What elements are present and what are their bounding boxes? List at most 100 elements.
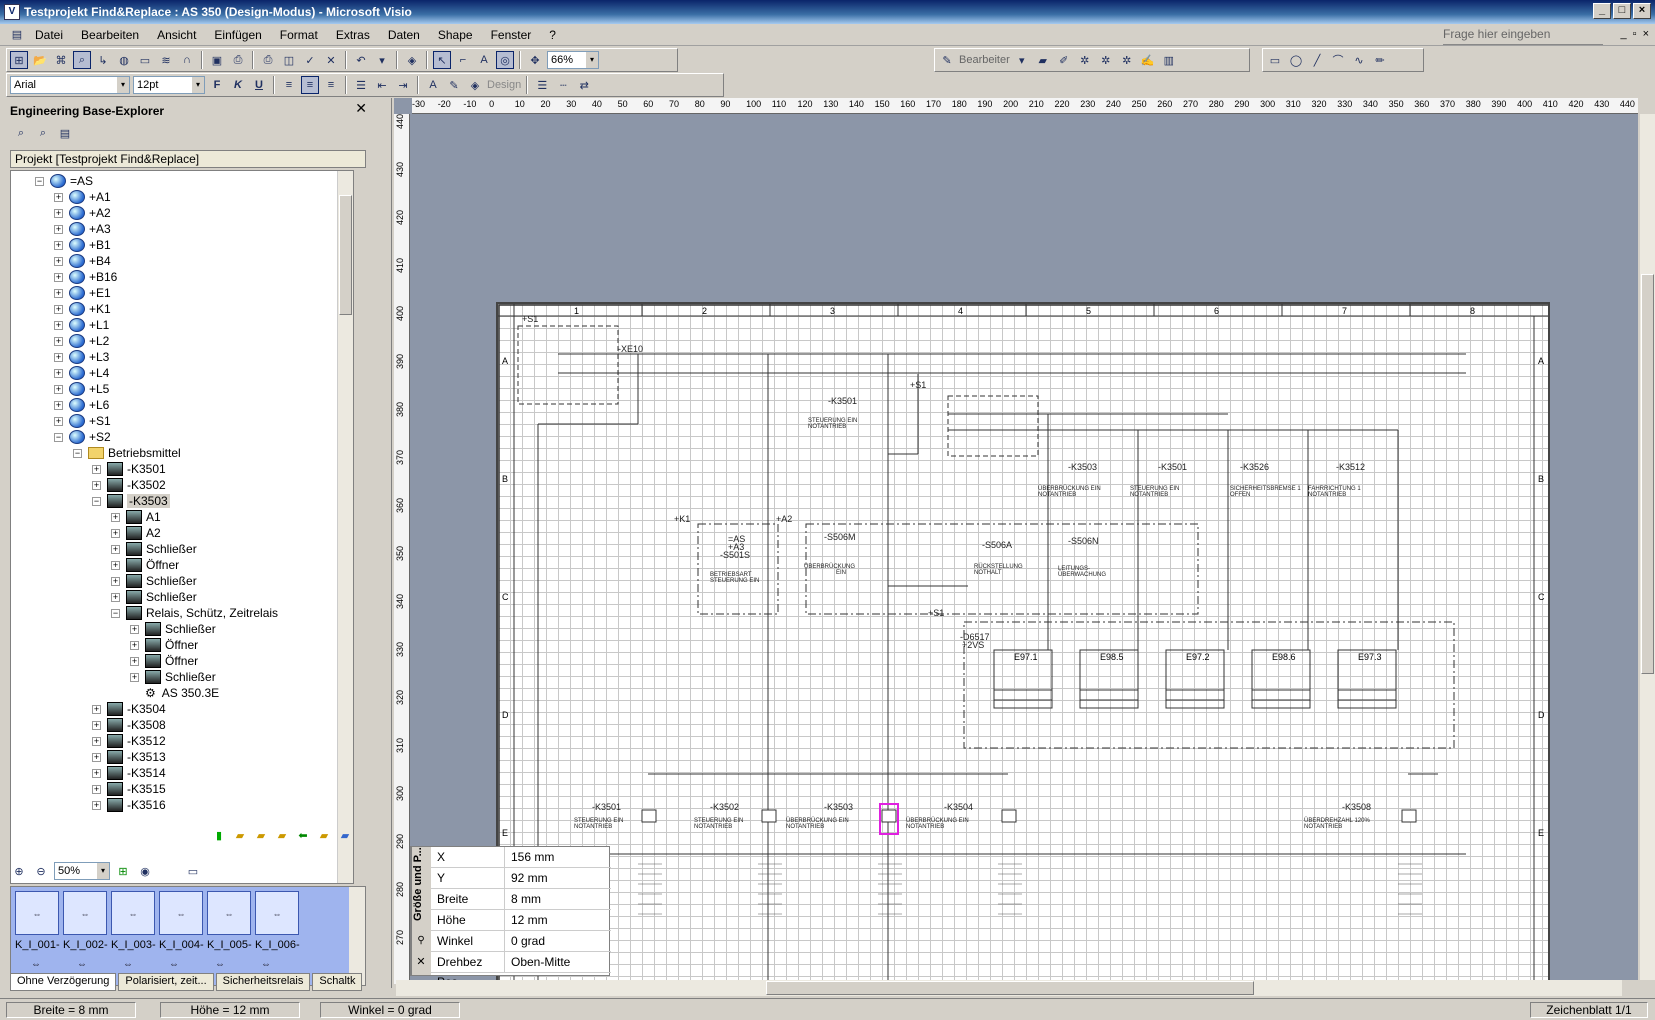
tree-node[interactable]: + +E1 bbox=[54, 285, 111, 301]
stack-icon[interactable]: ≋ bbox=[157, 51, 175, 69]
line-ends-icon[interactable]: ⇄ bbox=[575, 76, 593, 94]
indent-increase-icon[interactable]: ⇥ bbox=[394, 76, 412, 94]
tree-node[interactable]: + +L5 bbox=[54, 381, 109, 397]
sizepos-value[interactable]: 8 mm bbox=[505, 892, 541, 906]
font-size-combo[interactable]: 12pt ▾ bbox=[133, 76, 205, 94]
menu-item[interactable]: Format bbox=[271, 28, 327, 42]
expand-icon[interactable]: + bbox=[92, 752, 101, 762]
document-icon[interactable]: ▤ bbox=[8, 26, 26, 44]
search-icon[interactable]: ⌕ bbox=[12, 124, 30, 142]
relay-coil[interactable] bbox=[641, 809, 657, 823]
expand-icon[interactable]: + bbox=[111, 592, 120, 602]
undo-dropdown-icon[interactable]: ▾ bbox=[373, 51, 391, 69]
grid-icon[interactable]: ⊞ bbox=[114, 862, 132, 880]
fill-color-icon[interactable]: ◈ bbox=[466, 76, 484, 94]
zoom-in-icon[interactable]: ⊕ bbox=[10, 862, 28, 880]
folder-icon[interactable]: ▰ bbox=[1034, 51, 1052, 69]
menu-item[interactable]: Shape bbox=[429, 28, 482, 42]
expand-icon[interactable]: + bbox=[92, 800, 101, 810]
bearbeiter-arrow-icon[interactable]: ▾ bbox=[1013, 51, 1031, 69]
tree-node[interactable]: + +L1 bbox=[54, 317, 109, 333]
mdi-restore-button[interactable]: ▫ bbox=[1633, 28, 1637, 40]
expand-icon[interactable]: + bbox=[92, 736, 101, 746]
tree-node[interactable]: + +L6 bbox=[54, 397, 109, 413]
tree-node[interactable]: + Schließer bbox=[111, 589, 197, 605]
expand-icon[interactable]: + bbox=[111, 528, 120, 538]
collapse-icon[interactable]: − bbox=[92, 496, 101, 506]
bold-icon[interactable]: F bbox=[208, 76, 226, 94]
expand-icon[interactable]: + bbox=[130, 656, 139, 666]
folder-link-icon[interactable]: ▰ bbox=[273, 826, 291, 844]
stencil-settings-icon[interactable]: ◉ bbox=[136, 862, 154, 880]
rectangle-tool-icon[interactable]: ▭ bbox=[1266, 51, 1284, 69]
tree-node[interactable]: + +A2 bbox=[54, 205, 111, 221]
shapes-icon[interactable]: ◈ bbox=[403, 51, 421, 69]
pointer-tool-icon[interactable]: ↖ bbox=[433, 51, 451, 69]
expand-icon[interactable]: + bbox=[54, 272, 63, 282]
tree-node[interactable]: + Schließer bbox=[111, 541, 197, 557]
sizepos-row[interactable]: Drehbez PosOben-Mitte bbox=[431, 952, 611, 989]
page-icon[interactable]: ▭ bbox=[136, 51, 154, 69]
bearbeiter-dropdown[interactable]: Bearbeiter bbox=[959, 54, 1010, 66]
tree-node[interactable]: + -K3501 bbox=[92, 461, 166, 477]
expand-icon[interactable]: + bbox=[54, 352, 63, 362]
preview-icon[interactable]: ◫ bbox=[280, 51, 298, 69]
stencil-arrow-icon[interactable]: ⇔ bbox=[123, 959, 133, 970]
stencil-master[interactable]: ⇔ bbox=[159, 891, 203, 935]
zoom-combo[interactable]: 66% ▾ bbox=[547, 51, 599, 69]
tree-icon[interactable]: ⌘ bbox=[52, 51, 70, 69]
connector-tool-icon[interactable]: ⌐ bbox=[454, 51, 472, 69]
expand-icon[interactable]: + bbox=[54, 336, 63, 346]
stencil-arrow-icon[interactable]: ⇔ bbox=[169, 959, 179, 970]
expand-icon[interactable]: + bbox=[92, 704, 101, 714]
design-button[interactable]: Design bbox=[487, 79, 521, 91]
menu-item[interactable]: Daten bbox=[379, 28, 429, 42]
sizepos-row[interactable]: X 156 mm bbox=[431, 847, 611, 868]
menu-item[interactable]: Fenster bbox=[482, 28, 541, 42]
stencil-master[interactable]: ⇔ bbox=[63, 891, 107, 935]
tree-node[interactable]: − =AS bbox=[35, 173, 93, 189]
tree-node[interactable]: + +A3 bbox=[54, 221, 111, 237]
sizepos-value[interactable]: 92 mm bbox=[505, 871, 548, 885]
pan-icon[interactable]: ✥ bbox=[526, 51, 544, 69]
wire-icon[interactable]: ∩ bbox=[178, 51, 196, 69]
expand-icon[interactable]: + bbox=[54, 368, 63, 378]
line-weight-icon[interactable]: ☰ bbox=[533, 76, 551, 94]
menu-item[interactable]: Datei bbox=[26, 28, 72, 42]
line-color-icon[interactable]: ✎ bbox=[445, 76, 463, 94]
globe-icon[interactable]: ◍ bbox=[115, 51, 133, 69]
tree-node[interactable]: + Öffner bbox=[111, 557, 179, 573]
spellcheck-icon[interactable]: ✓ bbox=[301, 51, 319, 69]
stencil-tab[interactable]: Sicherheitsrelais bbox=[215, 973, 311, 991]
delete-icon[interactable]: ✕ bbox=[322, 51, 340, 69]
help-search-input[interactable]: Frage hier eingeben bbox=[1443, 27, 1603, 45]
tree-node[interactable]: + +S1 bbox=[54, 413, 111, 429]
stencil-scrollbar[interactable] bbox=[349, 887, 365, 985]
tree-node[interactable]: + -K3513 bbox=[92, 749, 166, 765]
collapse-icon[interactable]: − bbox=[54, 432, 63, 442]
expand-icon[interactable]: + bbox=[54, 240, 63, 250]
open-icon[interactable]: 📂 bbox=[31, 51, 49, 69]
stencil-master[interactable]: ⇔ bbox=[255, 891, 299, 935]
sizepos-row[interactable]: Breite 8 mm bbox=[431, 889, 611, 910]
expand-icon[interactable]: + bbox=[54, 320, 63, 330]
relay-coil[interactable] bbox=[881, 809, 897, 823]
italic-icon[interactable]: K bbox=[229, 76, 247, 94]
explorer-toggle-icon[interactable]: ⊞ bbox=[10, 51, 28, 69]
gear-c-icon[interactable]: ✲ bbox=[1118, 51, 1136, 69]
indent-decrease-icon[interactable]: ⇤ bbox=[373, 76, 391, 94]
horizontal-scrollbar[interactable] bbox=[396, 980, 1622, 996]
collapse-icon[interactable]: − bbox=[73, 448, 82, 458]
tree-node[interactable]: + +L4 bbox=[54, 365, 109, 381]
tree-node[interactable]: + -K3502 bbox=[92, 477, 166, 493]
tree-node[interactable]: − Betriebsmittel bbox=[73, 445, 181, 461]
ellipse-tool-icon[interactable]: ◯ bbox=[1287, 51, 1305, 69]
underline-icon[interactable]: U bbox=[250, 76, 268, 94]
tree-node[interactable]: + +L3 bbox=[54, 349, 109, 365]
markup-icon[interactable]: ✎ bbox=[938, 51, 956, 69]
tree-node[interactable]: − -K3503 bbox=[92, 493, 170, 509]
tree-node[interactable]: + +B4 bbox=[54, 253, 111, 269]
tree-node[interactable]: − Relais, Schütz, Zeitrelais bbox=[111, 605, 278, 621]
tree-node[interactable]: + -K3515 bbox=[92, 781, 166, 797]
relay-coil[interactable] bbox=[1001, 809, 1017, 823]
